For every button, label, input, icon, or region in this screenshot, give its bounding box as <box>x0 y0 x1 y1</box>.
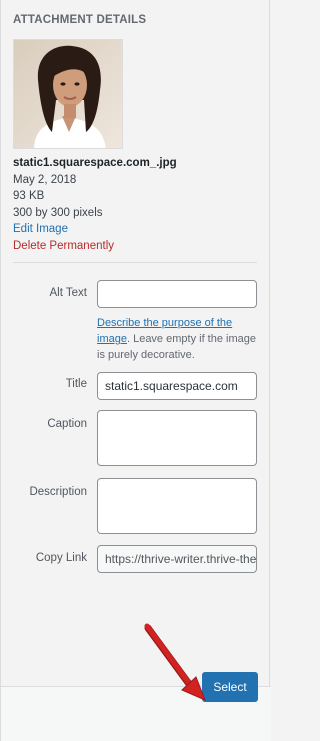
attachment-details-heading: ATTACHMENT DETAILS <box>13 14 147 26</box>
edit-image-link[interactable]: Edit Image <box>13 221 68 237</box>
attachment-file-size: 93 KB <box>13 190 45 202</box>
attachment-date: May 2, 2018 <box>13 174 77 186</box>
title-input[interactable] <box>97 372 257 400</box>
alt-text-label: Alt Text <box>49 287 88 299</box>
attachment-thumbnail[interactable] <box>13 39 123 149</box>
caption-label: Caption <box>47 418 87 430</box>
copy-link-label: Copy Link <box>35 552 87 564</box>
delete-permanently-link[interactable]: Delete Permanently <box>13 238 114 254</box>
attachment-details-panel: ATTACHMENT DETAILS static1.squarespace.c… <box>0 0 271 741</box>
details-divider <box>13 262 257 263</box>
alt-text-help: Describe the purpose of the image. Leave… <box>97 315 259 363</box>
attachment-filename: static1.squarespace.com_.jpg <box>13 157 177 169</box>
description-label: Description <box>29 486 87 498</box>
attachment-dimensions: 300 by 300 pixels <box>13 207 103 219</box>
copy-link-field[interactable]: https://thrive-writer.thrive-themes.com/… <box>97 545 257 573</box>
description-textarea[interactable] <box>97 478 257 534</box>
woman-portrait-image <box>14 40 122 148</box>
title-label: Title <box>65 378 87 390</box>
caption-textarea[interactable] <box>97 410 257 466</box>
select-button[interactable]: Select <box>202 672 258 702</box>
alt-text-input[interactable] <box>97 280 257 308</box>
